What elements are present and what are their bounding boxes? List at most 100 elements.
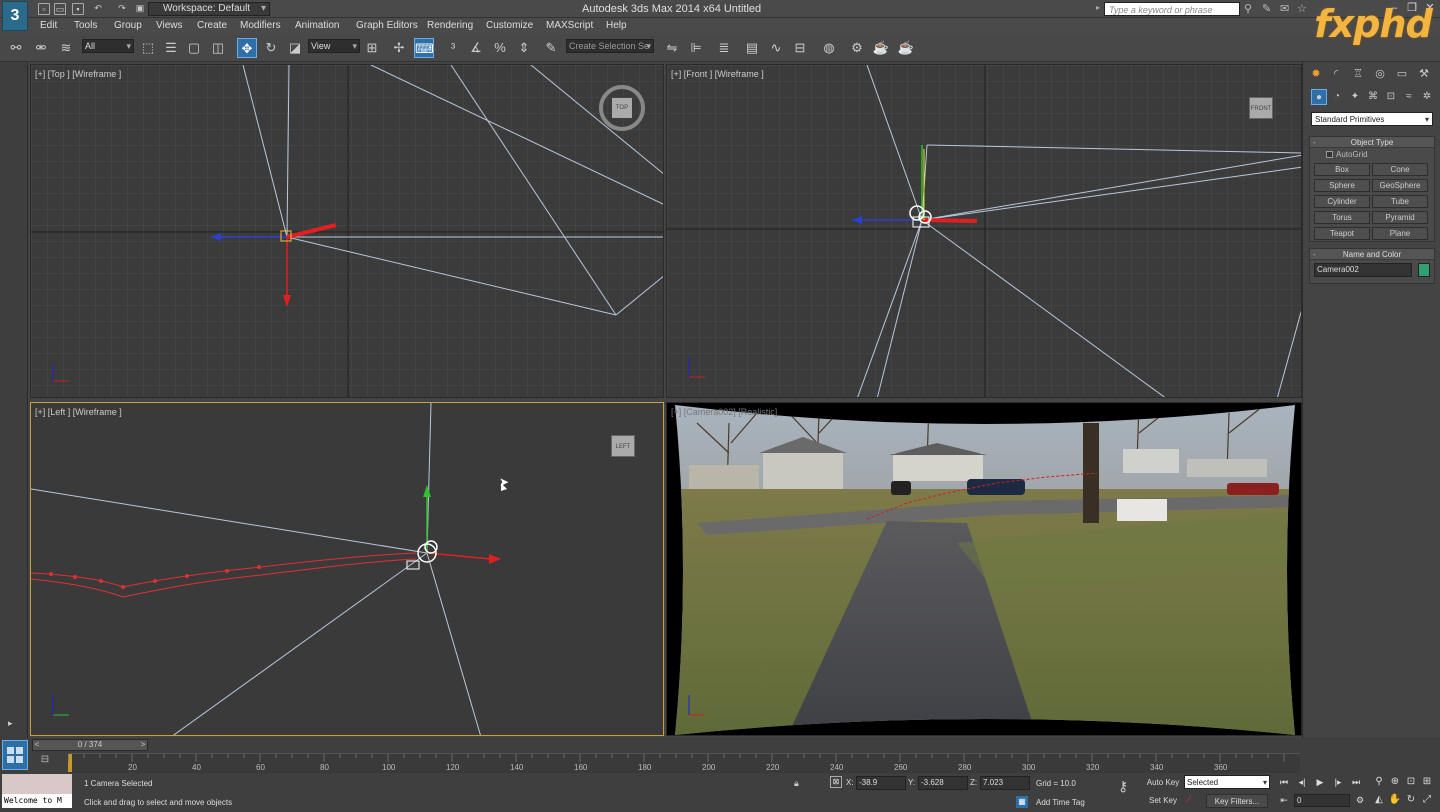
pan-view-icon[interactable]: ✋ xyxy=(1388,793,1402,807)
time-configuration-icon[interactable]: ⚙ xyxy=(1354,794,1366,806)
align-icon[interactable]: ⊫ xyxy=(686,38,706,58)
maximize-viewport-icon[interactable]: ⤢ xyxy=(1420,793,1434,807)
reference-coord-dropdown[interactable]: View xyxy=(308,39,360,53)
object-name-field[interactable]: Camera002 xyxy=(1314,263,1412,277)
viewport-left-label[interactable]: [+] [Left ] [Wireframe ] xyxy=(35,407,122,417)
orbit-icon[interactable]: ↻ xyxy=(1404,793,1418,807)
name-color-title[interactable]: Name and Color xyxy=(1310,249,1434,260)
material-editor-icon[interactable]: ◍ xyxy=(819,38,839,58)
plane-button[interactable]: Plane xyxy=(1372,227,1428,240)
select-manipulate-icon[interactable]: ✢ xyxy=(389,38,409,58)
viewcube-top-ring[interactable]: TOP xyxy=(599,85,645,131)
maxscript-output-field[interactable]: Welcome to M xyxy=(2,794,72,808)
systems-icon[interactable]: ✲ xyxy=(1419,89,1435,105)
menu-animation[interactable]: Animation xyxy=(295,20,339,31)
menu-group[interactable]: Group xyxy=(114,20,142,31)
subscription-icon[interactable]: ✎ xyxy=(1262,2,1271,15)
layer-manager-icon[interactable]: ≣ xyxy=(714,38,734,58)
rect-selection-icon[interactable]: ▢ xyxy=(184,38,204,58)
viewport-top-label[interactable]: [+] [Top ] [Wireframe ] xyxy=(35,69,121,79)
select-by-name-icon[interactable]: ☰ xyxy=(161,38,181,58)
keyboard-shortcut-toggle-icon[interactable]: ⌨ xyxy=(414,38,434,58)
zoom-extents-all-icon[interactable]: ⊞ xyxy=(1420,775,1434,789)
hierarchy-tab-icon[interactable]: ♖ xyxy=(1349,66,1367,82)
select-move-icon[interactable]: ✥ xyxy=(237,38,257,58)
viewcube-left[interactable]: LEFT xyxy=(611,435,635,457)
previous-frame-icon[interactable]: ◂| xyxy=(1296,776,1308,788)
set-key-icon[interactable]: ⚷ xyxy=(1118,778,1128,795)
viewcube-front[interactable]: FRONT xyxy=(1249,97,1273,119)
shapes-icon[interactable]: ◔ xyxy=(1329,89,1345,105)
sphere-button[interactable]: Sphere xyxy=(1314,179,1370,192)
key-mode-toggle-icon[interactable]: ⇤ xyxy=(1278,794,1290,806)
zoom-all-icon[interactable]: ⊕ xyxy=(1388,775,1402,789)
z-coord-field[interactable]: 7.023 xyxy=(980,776,1030,790)
default-in-out-tangents-icon[interactable]: ∕ xyxy=(1188,794,1190,806)
menu-help[interactable]: Help xyxy=(606,20,627,31)
modify-tab-icon[interactable]: ◜ xyxy=(1327,66,1345,82)
viewcube-top-face[interactable]: TOP xyxy=(612,98,632,118)
next-frame-icon[interactable]: |▸ xyxy=(1332,776,1344,788)
app-menu-button[interactable]: 3 xyxy=(2,1,28,31)
expand-strip-icon[interactable]: ▸ xyxy=(8,718,13,729)
geometry-icon[interactable]: ● xyxy=(1311,89,1327,105)
viewport-layout-icon[interactable] xyxy=(2,740,28,770)
search-expand-icon[interactable]: ▸ xyxy=(1096,3,1100,12)
viewport-camera[interactable]: [+] [Camera002] [Realistic] xyxy=(666,402,1302,736)
tube-button[interactable]: Tube xyxy=(1372,195,1428,208)
cylinder-button[interactable]: Cylinder xyxy=(1314,195,1370,208)
space-warps-icon[interactable]: ≈ xyxy=(1401,89,1417,105)
menu-views[interactable]: Views xyxy=(156,20,183,31)
menu-customize[interactable]: Customize xyxy=(486,20,533,31)
favorites-star-icon[interactable]: ☆ xyxy=(1297,2,1307,15)
project-folder-icon[interactable]: ▣ xyxy=(134,3,146,15)
torus-button[interactable]: Torus xyxy=(1314,211,1370,224)
undo-icon[interactable]: ↶ xyxy=(92,3,104,15)
key-mode-dropdown[interactable]: Selected xyxy=(1184,775,1270,790)
autogrid-box[interactable] xyxy=(1326,151,1333,158)
angle-snap-icon[interactable]: ∡ xyxy=(466,38,486,58)
geosphere-button[interactable]: GeoSphere xyxy=(1372,179,1428,192)
time-slider-next-icon[interactable]: > xyxy=(138,739,148,751)
graphite-ribbon-icon[interactable]: ▤ xyxy=(742,38,762,58)
add-time-tag[interactable]: Add Time Tag xyxy=(1036,798,1085,807)
save-file-icon[interactable]: ▪ xyxy=(72,3,84,15)
menu-tools[interactable]: Tools xyxy=(74,20,97,31)
link-icon[interactable]: ⚯ xyxy=(6,38,26,58)
selection-lock-icon[interactable]: 🔒︎ xyxy=(794,778,799,789)
time-slider[interactable]: < 0 / 374 > xyxy=(32,739,148,751)
timeline-ruler[interactable]: 20 40 60 80 100 120 140 160 180 200 220 … xyxy=(68,753,1300,773)
teapot-button[interactable]: Teapot xyxy=(1314,227,1370,240)
time-slider-prev-icon[interactable]: < xyxy=(32,739,42,751)
viewport-top[interactable]: [+] [Top ] [Wireframe ] TOP xyxy=(30,64,664,398)
search-input[interactable]: Type a keyword or phrase xyxy=(1104,2,1240,16)
select-scale-icon[interactable]: ◪ xyxy=(285,38,305,58)
edit-named-selection-icon[interactable]: ✎ xyxy=(541,38,561,58)
autogrid-checkbox[interactable]: AutoGrid xyxy=(1326,150,1368,159)
selection-filter-dropdown[interactable]: All xyxy=(82,39,134,53)
key-filters-button[interactable]: Key Filters... xyxy=(1206,794,1268,808)
menu-graph-editors[interactable]: Graph Editors xyxy=(356,20,418,31)
snaps-toggle-icon[interactable]: ³ xyxy=(443,38,463,58)
zoom-extents-icon[interactable]: ⊡ xyxy=(1404,775,1418,789)
mini-curve-editor-icon[interactable]: ⊟ xyxy=(36,754,54,768)
y-coord-field[interactable]: -3.628 xyxy=(918,776,968,790)
viewport-left[interactable]: [+] [Left ] [Wireframe ] LEFT ➤ xyxy=(30,402,664,736)
menu-modifiers[interactable]: Modifiers xyxy=(240,20,281,31)
render-setup-icon[interactable]: ⚙ xyxy=(847,38,867,58)
utilities-tab-icon[interactable]: ⚒ xyxy=(1415,66,1433,82)
cone-button[interactable]: Cone xyxy=(1372,163,1428,176)
x-coord-field[interactable]: -38.9 xyxy=(856,776,906,790)
play-icon[interactable]: ▶ xyxy=(1314,776,1326,788)
pyramid-button[interactable]: Pyramid xyxy=(1372,211,1428,224)
helpers-icon[interactable]: ⊡ xyxy=(1383,89,1399,105)
workspace-dropdown[interactable]: Workspace: Default xyxy=(148,2,270,16)
pivot-center-icon[interactable]: ⊞ xyxy=(362,38,382,58)
percent-snap-icon[interactable]: % xyxy=(490,38,510,58)
lights-icon[interactable]: ✦ xyxy=(1347,89,1363,105)
render-production-icon[interactable]: ☕ xyxy=(896,38,916,58)
menu-edit[interactable]: Edit xyxy=(40,20,57,31)
menu-rendering[interactable]: Rendering xyxy=(427,20,473,31)
binoculars-icon[interactable]: ⚲ xyxy=(1244,2,1252,15)
curve-editor-icon[interactable]: ∿ xyxy=(766,38,786,58)
